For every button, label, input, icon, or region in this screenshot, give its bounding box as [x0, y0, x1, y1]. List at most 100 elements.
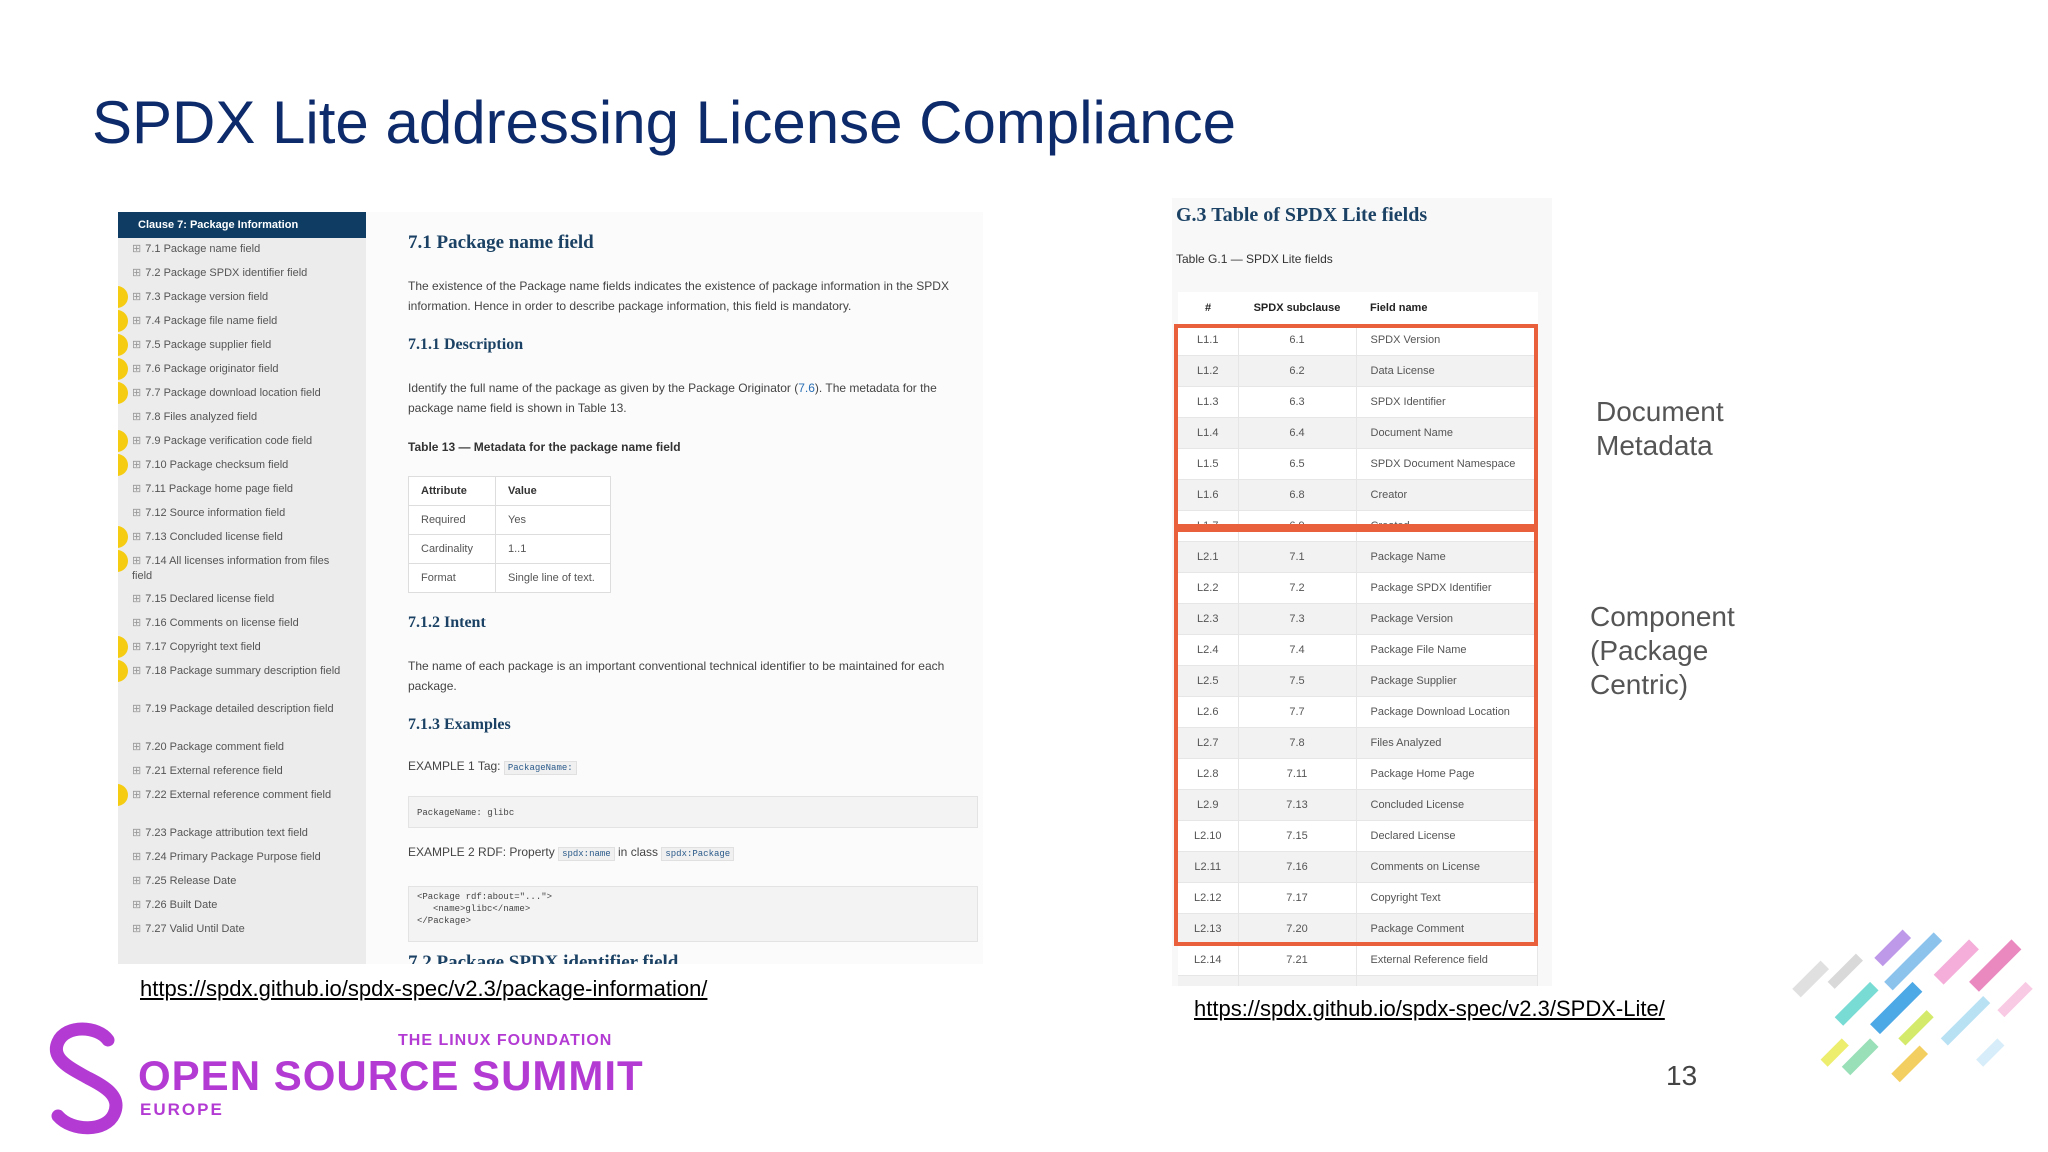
- toc-item[interactable]: ⊞ 7.20 Package comment field: [132, 740, 350, 755]
- expand-icon[interactable]: ⊞: [132, 531, 141, 543]
- toc-item[interactable]: ⊞ 7.15 Declared license field: [132, 592, 350, 607]
- package-information-url-link[interactable]: https://spdx.github.io/spdx-spec/v2.3/pa…: [140, 976, 707, 1002]
- toc-item[interactable]: ⊞ 7.23 Package attribution text field: [132, 826, 350, 841]
- metadata-table: Attribute Value Required Yes Cardinality 1.…: [408, 476, 611, 593]
- table-caption: Table 13 — Metadata for the package name…: [408, 440, 681, 454]
- expand-icon[interactable]: ⊞: [132, 267, 141, 279]
- toc-item[interactable]: ⊞ 7.5 Package supplier field: [132, 338, 350, 353]
- expand-icon[interactable]: ⊞: [132, 703, 141, 715]
- expand-icon[interactable]: ⊞: [132, 827, 141, 839]
- toc-item[interactable]: ⊞ 7.12 Source information field: [132, 506, 350, 521]
- expand-icon[interactable]: ⊞: [132, 555, 141, 567]
- toc-item[interactable]: ⊞ 7.4 Package file name field: [132, 314, 350, 329]
- expand-icon[interactable]: ⊞: [132, 411, 141, 423]
- code-line: <name>glibc</name>: [433, 904, 531, 914]
- toc-item[interactable]: ⊞ 7.14 All licenses information from file…: [132, 554, 350, 584]
- highlight-dot: [118, 636, 128, 658]
- highlight-dot: [118, 784, 128, 806]
- expand-icon[interactable]: ⊞: [132, 851, 141, 863]
- toc-item[interactable]: ⊞ 7.21 External reference field: [132, 764, 350, 779]
- expand-icon[interactable]: ⊞: [132, 363, 141, 375]
- expand-icon[interactable]: ⊞: [132, 339, 141, 351]
- toc-item[interactable]: ⊞ 7.3 Package version field: [132, 290, 350, 305]
- column-header: SPDX subclause: [1238, 292, 1356, 325]
- highlight-dot: [118, 430, 128, 452]
- toc-item[interactable]: ⊞ 7.11 Package home page field: [132, 482, 350, 497]
- column-header: Field name: [1356, 292, 1538, 325]
- toc-item[interactable]: ⊞ 7.22 External reference comment field: [132, 788, 350, 803]
- toc-item[interactable]: ⊞ 7.13 Concluded license field: [132, 530, 350, 545]
- component-label: Component (Package Centric): [1590, 600, 1735, 702]
- example-2-mid: in class: [618, 845, 659, 859]
- example-1: EXAMPLE 1 Tag: PackageName:: [408, 756, 968, 778]
- toc-item[interactable]: ⊞ 7.10 Package checksum field: [132, 458, 350, 473]
- document-body: 7.1 Package name field The existence of …: [366, 212, 983, 964]
- highlight-dot: [118, 550, 128, 572]
- expand-icon[interactable]: ⊞: [132, 435, 141, 447]
- highlight-dot: [118, 382, 128, 404]
- table-cell: L2.14: [1178, 944, 1239, 976]
- spdx-lite-url-link[interactable]: https://spdx.github.io/spdx-spec/v2.3/SP…: [1194, 996, 1665, 1022]
- toc-item-label: 7.16 Comments on license field: [145, 617, 299, 629]
- description-pre: Identify the full name of the package as…: [408, 381, 799, 395]
- toc-item[interactable]: ⊞ 7.9 Package verification code field: [132, 434, 350, 449]
- label-line: Document: [1596, 396, 1724, 427]
- toc-item[interactable]: ⊞ 7.17 Copyright text field: [132, 640, 350, 655]
- highlight-dot: [118, 310, 128, 332]
- expand-icon[interactable]: ⊞: [132, 507, 141, 519]
- expand-icon[interactable]: ⊞: [132, 387, 141, 399]
- toc-item[interactable]: ⊞ 7.26 Built Date: [132, 898, 350, 913]
- example-2-code-class: spdx:Package: [661, 847, 735, 861]
- heading-next-section: 7.2 Package SPDX identifier field: [408, 952, 679, 964]
- pattern-group: [1792, 929, 2033, 1083]
- heading-examples: 7.1.3 Examples: [408, 716, 511, 733]
- toc-item[interactable]: ⊞ 7.25 Release Date: [132, 874, 350, 889]
- toc-item-label: 7.11 Package home page field: [145, 483, 294, 495]
- toc-item-label: 7.23 Package attribution text field: [145, 827, 308, 839]
- table-header-row: # SPDX subclause Field name: [1178, 292, 1538, 325]
- expand-icon[interactable]: ⊞: [132, 291, 141, 303]
- expand-icon[interactable]: ⊞: [132, 741, 141, 753]
- toc-item[interactable]: ⊞ 7.2 Package SPDX identifier field: [132, 266, 350, 281]
- example-1-code: PackageName:: [503, 761, 577, 775]
- table-cell: Value: [495, 476, 611, 506]
- toc-item[interactable]: ⊞ 7.8 Files analyzed field: [132, 410, 350, 425]
- toc-item[interactable]: ⊞ 7.18 Package summary description field: [132, 664, 350, 679]
- expand-icon[interactable]: ⊞: [132, 665, 141, 677]
- toc-item[interactable]: ⊞ 7.16 Comments on license field: [132, 616, 350, 631]
- table-cell: Format: [408, 563, 496, 593]
- toc-item-label: 7.27 Valid Until Date: [145, 923, 245, 935]
- expand-icon[interactable]: ⊞: [132, 899, 141, 911]
- toc-item-label: 7.3 Package version field: [145, 291, 269, 303]
- toc-item-label: 7.8 Files analyzed field: [145, 411, 258, 423]
- heading-description: 7.1.1 Description: [408, 336, 524, 353]
- expand-icon[interactable]: ⊞: [132, 765, 141, 777]
- toc-item-label: 7.25 Release Date: [145, 875, 237, 887]
- toc-item[interactable]: ⊞ 7.6 Package originator field: [132, 362, 350, 377]
- toc-item[interactable]: ⊞ 7.27 Valid Until Date: [132, 922, 350, 937]
- expand-icon[interactable]: ⊞: [132, 483, 141, 495]
- expand-icon[interactable]: ⊞: [132, 593, 141, 605]
- toc-item[interactable]: ⊞ 7.1 Package name field: [132, 242, 350, 257]
- toc-item[interactable]: ⊞ 7.24 Primary Package Purpose field: [132, 850, 350, 865]
- expand-icon[interactable]: ⊞: [132, 641, 141, 653]
- toc-header[interactable]: Clause 7: Package Information: [118, 212, 366, 238]
- expand-icon[interactable]: ⊞: [132, 243, 141, 255]
- expand-icon[interactable]: ⊞: [132, 459, 141, 471]
- expand-icon[interactable]: ⊞: [132, 875, 141, 887]
- toc-item-label: 7.5 Package supplier field: [145, 339, 272, 351]
- highlight-dot: [118, 286, 128, 308]
- table-row: L3.110.1License Identifier: [1178, 975, 1538, 986]
- originator-link[interactable]: 7.6: [798, 381, 815, 395]
- expand-icon[interactable]: ⊞: [132, 923, 141, 935]
- expand-icon[interactable]: ⊞: [132, 617, 141, 629]
- toc-item[interactable]: ⊞ 7.19 Package detailed description field: [132, 702, 350, 717]
- toc-item[interactable]: ⊞ 7.7 Package download location field: [132, 386, 350, 401]
- intent-text: The name of each package is an important…: [408, 659, 945, 693]
- package-information-screenshot: Clause 7: Package Information ⊞ 7.1 Packa…: [118, 212, 983, 964]
- intro-text: The existence of the Package name fields…: [408, 279, 949, 313]
- example-1-code-block: PackageName: glibc: [408, 796, 978, 828]
- expand-icon[interactable]: ⊞: [132, 315, 141, 327]
- example-2-code-property: spdx:name: [558, 847, 615, 861]
- expand-icon[interactable]: ⊞: [132, 789, 141, 801]
